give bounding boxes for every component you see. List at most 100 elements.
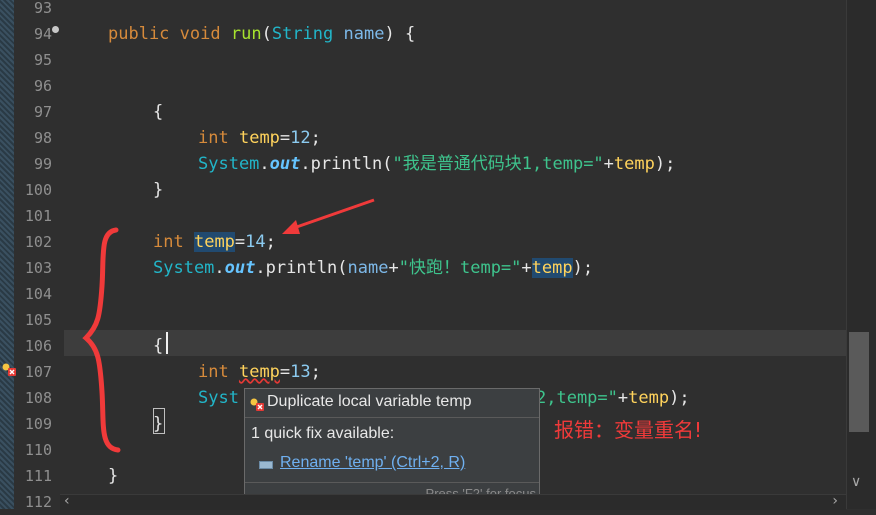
- line-number: 93: [33, 0, 52, 17]
- line-number: 107: [24, 363, 52, 381]
- red-arrow-annotation: [282, 198, 375, 234]
- code-editor[interactable]: 93 94 95 96 97 98 99 100 101 102 103 104…: [0, 0, 876, 511]
- text-cursor: [166, 332, 168, 354]
- fold-collapse-icon[interactable]: [52, 26, 59, 33]
- line-number: 111: [24, 467, 52, 485]
- code-line[interactable]: int temp=13;: [198, 359, 321, 385]
- operator-token: +: [388, 258, 399, 278]
- code-line[interactable]: {: [153, 333, 163, 359]
- rename-icon: [259, 461, 273, 469]
- line-number: 102: [24, 233, 52, 251]
- matching-bracket-box: [153, 408, 165, 434]
- line-number: 101: [24, 207, 52, 225]
- number-token: 13: [290, 362, 311, 382]
- operator-token: +: [521, 258, 532, 278]
- line-number: 108: [24, 389, 52, 407]
- method-token: println: [310, 154, 383, 174]
- punctuation-token: );: [572, 258, 594, 278]
- current-line-highlight: [64, 330, 846, 356]
- punctuation-token: ) {: [384, 24, 416, 44]
- punctuation-token: ;: [310, 128, 321, 148]
- method-token: run: [230, 24, 262, 44]
- overview-ruler-left: [0, 0, 14, 509]
- keyword-token: int: [198, 362, 229, 382]
- punctuation-token: ;: [310, 362, 321, 382]
- rename-quick-fix-link[interactable]: Rename 'temp' (Ctrl+2, R): [280, 454, 465, 472]
- brace-token: {: [153, 102, 164, 122]
- brace-token: {: [153, 336, 164, 356]
- keyword-token: int: [153, 232, 184, 252]
- quick-fix-popup[interactable]: Duplicate local variable temp 1 quick fi…: [244, 388, 540, 506]
- line-number: 94: [33, 25, 52, 43]
- line-number: 98: [33, 129, 52, 147]
- parameter-token: name: [343, 24, 385, 44]
- variable-token: temp: [613, 154, 655, 174]
- error-icon: [250, 398, 264, 411]
- string-token: "我是普通代码块1,temp=": [392, 154, 604, 174]
- punctuation-token: .: [259, 154, 270, 174]
- variable-token: temp: [238, 128, 280, 148]
- punctuation-token: .: [300, 154, 311, 174]
- punctuation-token: .: [255, 258, 266, 278]
- line-number: 100: [24, 181, 52, 199]
- vertical-scroll-thumb[interactable]: [849, 332, 869, 432]
- error-message: Duplicate local variable temp: [267, 393, 472, 410]
- line-number: 105: [24, 311, 52, 329]
- code-line[interactable]: System.out.println(name+"快跑！temp="+temp)…: [153, 255, 593, 281]
- line-number: 97: [33, 103, 52, 121]
- quick-fix-title: Duplicate local variable temp: [245, 389, 539, 418]
- operator-token: +: [603, 154, 614, 174]
- line-number: 95: [33, 51, 52, 69]
- error-variable-token[interactable]: temp: [239, 362, 280, 382]
- code-line[interactable]: {: [153, 99, 163, 125]
- variable-token-highlighted: temp: [193, 232, 235, 252]
- line-number: 96: [33, 77, 52, 95]
- punctuation-token: (: [261, 24, 272, 44]
- type-token: Syst: [198, 388, 239, 408]
- type-token: System: [198, 154, 260, 174]
- punctuation-token: .: [214, 258, 225, 278]
- variable-token: temp: [628, 388, 670, 408]
- brace-token: }: [153, 180, 164, 200]
- keyword-token: void: [179, 24, 221, 44]
- code-line[interactable]: int temp=14;: [153, 229, 276, 255]
- red-brace-annotation: [82, 227, 121, 453]
- punctuation-token: );: [669, 388, 690, 408]
- code-line[interactable]: Syst: [198, 385, 239, 411]
- chevron-right-icon[interactable]: ›: [832, 493, 838, 509]
- string-token: "快跑！temp=": [398, 258, 522, 278]
- code-line[interactable]: public void run(String name) {: [108, 21, 415, 47]
- code-line[interactable]: int temp=12;: [198, 125, 321, 151]
- annotation-note: 报错：变量重名!: [554, 418, 703, 442]
- type-token: System: [153, 258, 215, 278]
- number-token: 14: [245, 232, 266, 252]
- chevron-down-icon[interactable]: ∨: [851, 474, 861, 490]
- quick-fix-count: 1 quick fix available:: [251, 425, 395, 442]
- vertical-scrollbar[interactable]: ∨: [846, 0, 876, 509]
- parameter-token: name: [347, 258, 389, 278]
- error-icon[interactable]: [2, 362, 16, 376]
- operator-token: +: [617, 388, 629, 408]
- line-number: 112: [24, 493, 52, 511]
- line-number: 99: [33, 155, 52, 173]
- operator-token: =: [234, 232, 246, 252]
- line-number: 110: [24, 441, 52, 459]
- code-line[interactable]: System.out.println("我是普通代码块1,temp="+temp…: [198, 151, 675, 177]
- line-number: 104: [24, 285, 52, 303]
- variable-token-highlighted: temp: [531, 258, 573, 278]
- line-number: 109: [24, 415, 52, 433]
- horizontal-scrollbar[interactable]: ‹ ›: [60, 493, 846, 510]
- keyword-token: public: [108, 24, 170, 44]
- line-number-gutter: 93 94 95 96 97 98 99 100 101 102 103 104…: [14, 0, 52, 511]
- punctuation-token: ;: [265, 232, 276, 252]
- line-number: 103: [24, 259, 52, 277]
- code-line[interactable]: }: [153, 177, 163, 203]
- chevron-left-icon[interactable]: ‹: [64, 493, 70, 509]
- keyword-token: int: [198, 128, 229, 148]
- method-token: println: [265, 258, 338, 278]
- punctuation-token: (: [382, 154, 393, 174]
- code-line[interactable]: }: [108, 463, 118, 489]
- punctuation-token: (: [337, 258, 348, 278]
- punctuation-token: );: [654, 154, 676, 174]
- field-token: out: [269, 154, 301, 174]
